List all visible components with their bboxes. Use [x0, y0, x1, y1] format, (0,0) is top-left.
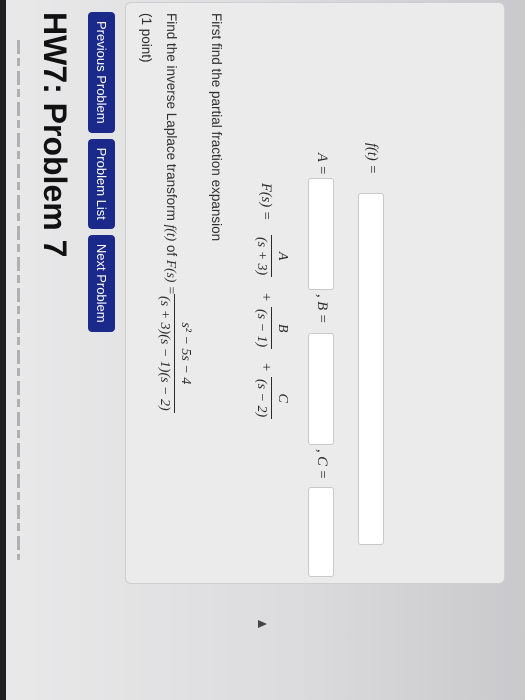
edge-blurred-text: [17, 40, 20, 560]
screen-edge: [0, 0, 6, 700]
term-B-numerator: B: [275, 323, 290, 333]
page-title: HW7: Problem 7: [37, 12, 73, 258]
f-of-t: f(t): [164, 224, 179, 242]
term-A-denominator: (s + 3): [253, 235, 272, 278]
problem-list-button[interactable]: Problem List: [88, 138, 115, 229]
term-C-fraction: C (s − 2): [253, 377, 290, 420]
term-B-denominator: (s − 1): [253, 307, 272, 350]
term-A-numerator: A: [275, 251, 290, 261]
F-of-s-label: F(s) =: [164, 259, 179, 295]
B-label: , B =: [314, 294, 330, 324]
next-problem-button[interactable]: Next Problem: [88, 234, 115, 332]
B-input[interactable]: [308, 333, 334, 445]
prompt-of: of: [164, 241, 179, 260]
A-input[interactable]: [308, 178, 334, 290]
term-C-numerator: C: [275, 393, 290, 403]
f-of-t-label: f(t) =: [364, 143, 380, 175]
problem-navigation: Previous Problem Problem List Next Probl…: [88, 12, 115, 332]
A-label: A =: [314, 153, 330, 176]
term-A-fraction: A (s + 3): [253, 235, 290, 278]
F-numerator: s² − 5s − 4: [178, 322, 193, 385]
pointer-cursor-icon: [258, 620, 267, 628]
homework-page: HW7: Problem 7 Previous Problem Problem …: [0, 0, 525, 700]
problem-prompt: Find the inverse Laplace transform f(t) …: [163, 13, 179, 295]
points-label: (1 point): [139, 13, 154, 63]
photo-background: HW7: Problem 7 Previous Problem Problem …: [0, 0, 525, 700]
C-label: , C =: [314, 449, 330, 480]
f-of-t-input[interactable]: [358, 193, 384, 545]
previous-problem-button[interactable]: Previous Problem: [88, 12, 115, 133]
F-fraction: s² − 5s − 4 (s + 3)(s − 1)(s − 2): [156, 294, 193, 413]
term-B-fraction: B (s − 1): [253, 307, 290, 350]
plus-sign-1: +: [258, 293, 274, 302]
problem-panel: (1 point) Find the inverse Laplace trans…: [125, 2, 505, 584]
prompt-prefix: Find the inverse Laplace transform: [164, 13, 179, 225]
C-input[interactable]: [308, 487, 334, 577]
term-C-denominator: (s − 2): [253, 377, 272, 420]
F-denominator: (s + 3)(s − 1)(s − 2): [156, 294, 175, 413]
expansion-lhs: F(s) =: [258, 183, 274, 221]
partial-fraction-instruction: First find the partial fraction expansio…: [209, 13, 224, 242]
plus-sign-2: +: [258, 363, 274, 372]
